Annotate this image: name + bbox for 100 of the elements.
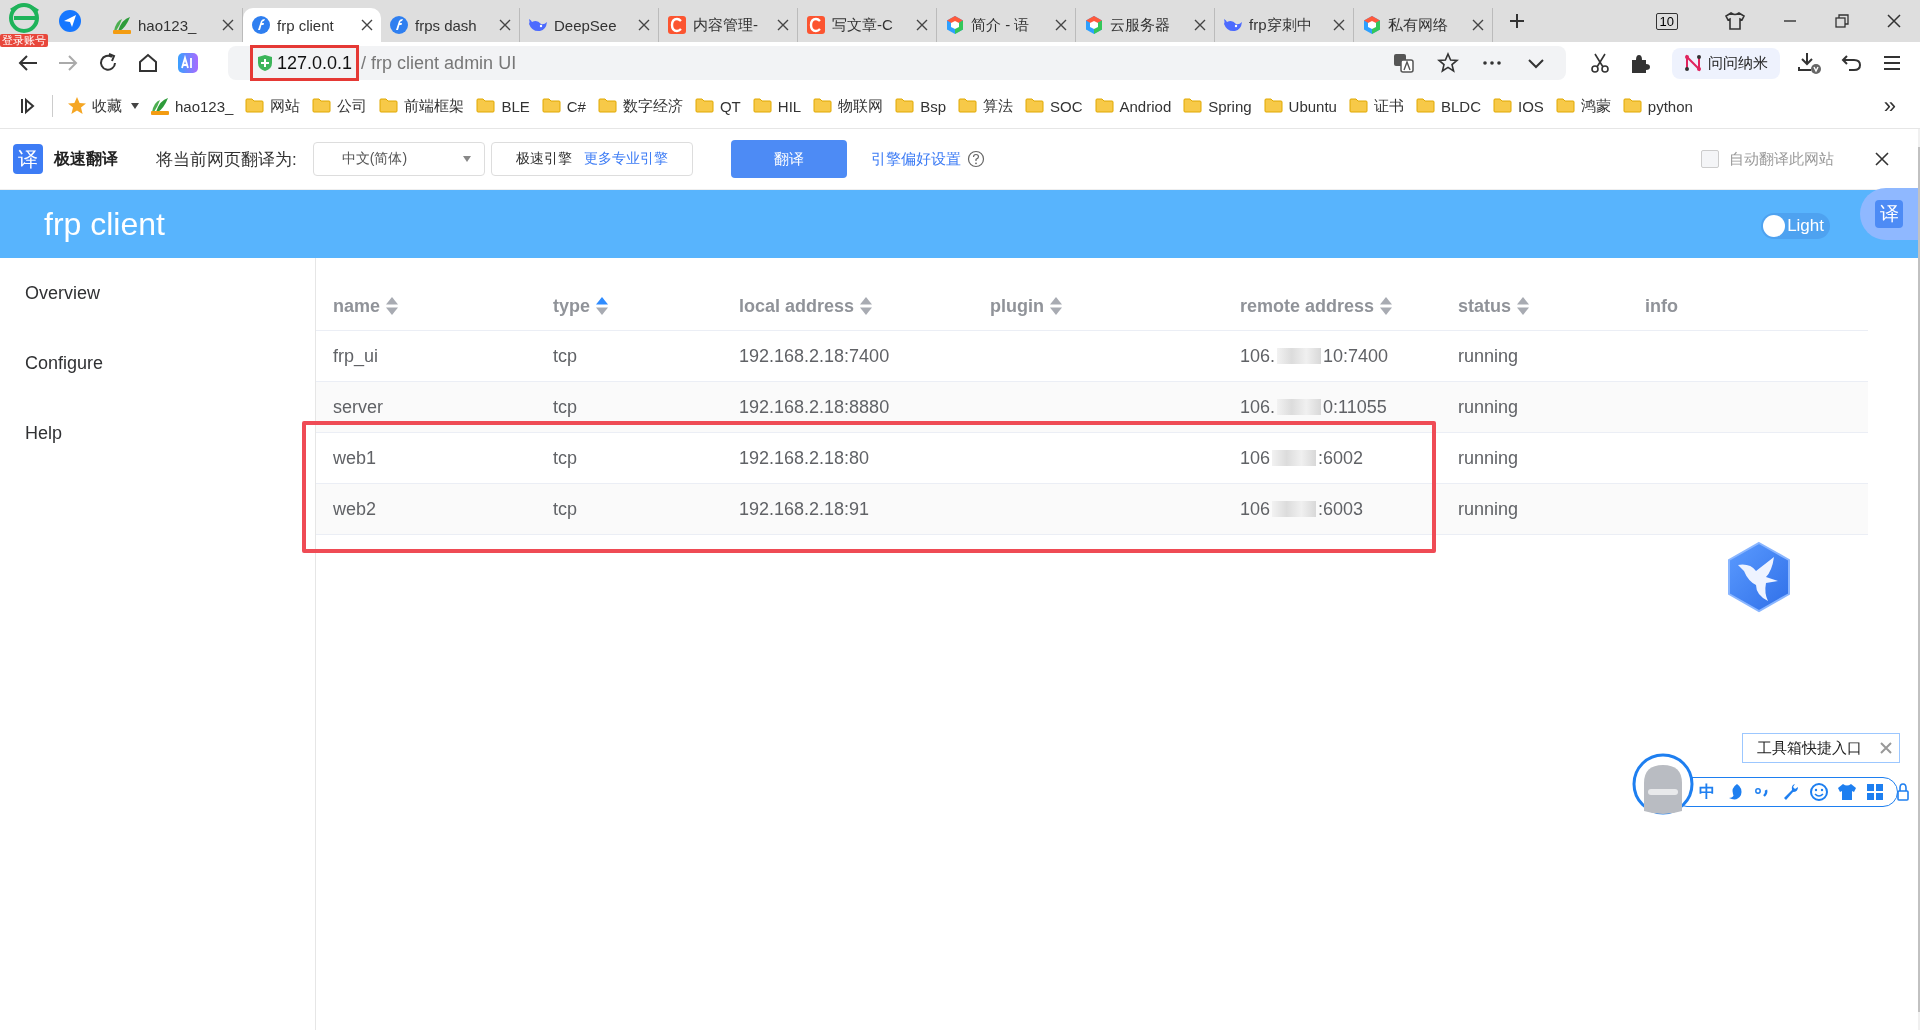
bookmark-label: 鸿蒙 <box>1580 96 1611 116</box>
folder-icon <box>379 96 400 116</box>
grid-icon[interactable] <box>1865 782 1885 802</box>
bookmark-item[interactable]: hao123_ <box>150 96 234 116</box>
folder-icon <box>895 96 916 116</box>
undo-icon[interactable] <box>1841 52 1863 74</box>
input-mode-button[interactable]: 中 <box>1699 781 1715 803</box>
bookmark-label: 网站 <box>270 96 301 116</box>
new-tab-icon[interactable] <box>1509 13 1525 29</box>
folder-icon <box>245 96 266 116</box>
bookmark-item[interactable]: 算法 <box>958 96 1013 116</box>
close-icon[interactable] <box>638 19 650 31</box>
folder-icon <box>541 96 562 116</box>
folder-icon <box>1555 96 1576 116</box>
bookmark-label: Bsp <box>920 97 946 115</box>
bookmark-item[interactable]: 鸿蒙 <box>1555 96 1611 116</box>
table-cell-text: 192.168.2.18:7400 <box>739 345 891 367</box>
address-bar[interactable]: 127.0.0.1 / frp client admin UI <box>228 46 1566 80</box>
restore-icon[interactable] <box>1834 13 1850 29</box>
close-icon[interactable] <box>499 19 511 31</box>
close-icon[interactable] <box>1194 19 1206 31</box>
close-icon[interactable] <box>1472 19 1484 31</box>
bookmark-item[interactable]: 物联网 <box>813 96 884 116</box>
bookmark-item[interactable]: 收藏 <box>67 96 122 116</box>
login-badge[interactable]: 登录账号 <box>0 34 48 47</box>
bookmark-label: Spring <box>1208 97 1252 115</box>
auto-translate-checkbox[interactable] <box>1701 150 1719 168</box>
table-cell-text: web2 <box>333 498 378 520</box>
scissors-icon[interactable] <box>1589 52 1611 74</box>
bookmark-item[interactable]: Andriod <box>1094 96 1172 116</box>
bookmark-item[interactable]: C# <box>541 96 586 116</box>
reload-icon[interactable] <box>97 52 119 74</box>
nano-logo-icon <box>1684 54 1702 72</box>
table-cell: 106 <box>1240 498 1271 520</box>
close-icon[interactable] <box>1333 19 1345 31</box>
close-icon[interactable] <box>222 19 234 31</box>
bookmark-item[interactable]: IOS <box>1492 96 1544 116</box>
translate-title: 极速翻译 <box>54 148 118 169</box>
sidebar-toggle-icon[interactable] <box>20 97 36 115</box>
bookmark-item[interactable]: BLE <box>476 96 530 116</box>
help-icon[interactable] <box>966 150 985 168</box>
tooltip-text: 工具箱快捷入口 <box>1757 738 1862 758</box>
bookmark-item[interactable]: BLDC <box>1415 96 1481 116</box>
mascot-avatar-icon[interactable] <box>1632 753 1694 815</box>
ai-assistant-icon[interactable] <box>177 52 199 74</box>
folder-icon <box>694 96 715 116</box>
bookmark-item[interactable]: HIL <box>752 96 802 116</box>
bookmark-item[interactable]: 前端框架 <box>379 96 465 116</box>
sidebar-item[interactable]: Overview <box>0 258 315 328</box>
close-icon[interactable] <box>777 19 789 31</box>
smiley-icon[interactable] <box>1809 782 1829 802</box>
bookmark-item[interactable]: Spring <box>1183 96 1252 116</box>
bookmark-label: 证书 <box>1373 96 1404 116</box>
bookmark-item[interactable]: QT <box>694 96 741 116</box>
bookmark-item[interactable]: 公司 <box>312 96 368 116</box>
dropdown-caret-icon[interactable] <box>130 102 140 110</box>
translate-icon[interactable] <box>1393 52 1415 74</box>
table-cell-text: 192.168.2.18:80 <box>739 447 871 469</box>
browser-tab[interactable]: frp client <box>243 8 381 42</box>
folder-icon <box>1492 96 1513 116</box>
tab-title: frps dash <box>415 16 478 34</box>
more-engines-link[interactable]: 更多专业引擎 <box>583 150 668 168</box>
pinned-tab-icon[interactable] <box>58 9 82 33</box>
app-title: frp client <box>44 205 165 243</box>
bookmark-item[interactable]: SOC <box>1025 96 1083 116</box>
tab-title: 云服务器 <box>1110 15 1171 35</box>
close-icon[interactable] <box>1055 19 1067 31</box>
folder-icon <box>1415 96 1436 116</box>
bookmark-item[interactable]: Bsp <box>895 96 946 116</box>
home-icon[interactable] <box>137 52 159 74</box>
leaf-icon <box>112 15 132 35</box>
bookmark-item[interactable]: 证书 <box>1348 96 1404 116</box>
redacted-mask <box>1272 501 1317 517</box>
table-cell-text: running <box>1458 396 1520 418</box>
close-icon[interactable] <box>916 19 928 31</box>
hummingbird-logo-icon[interactable] <box>1726 541 1792 613</box>
download-icon[interactable] <box>1797 51 1823 75</box>
table-cell-text: tcp <box>553 396 578 418</box>
shirt-icon[interactable] <box>1724 11 1746 31</box>
tab-count-button[interactable]: 10 <box>1655 12 1678 30</box>
bookmark-label: BLE <box>501 97 530 115</box>
more-bookmarks-button[interactable]: » <box>1883 93 1896 119</box>
bookmark-item[interactable]: 网站 <box>245 96 301 116</box>
close-icon[interactable] <box>1886 13 1902 29</box>
leaf-icon <box>150 96 170 116</box>
table-cell-text: web1 <box>333 447 378 469</box>
bookmark-label: 收藏 <box>92 96 122 116</box>
close-icon[interactable] <box>361 19 373 31</box>
table-cell: 106 <box>1240 447 1271 469</box>
bookmark-item[interactable]: python <box>1622 96 1693 116</box>
engine-settings-link[interactable]: 引擎偏好设置 <box>870 149 961 169</box>
close-icon[interactable] <box>1874 151 1890 167</box>
sidebar-item[interactable]: Configure <box>0 328 315 398</box>
bookmark-item[interactable]: 数字经济 <box>597 96 683 116</box>
extensions-icon[interactable] <box>1629 52 1651 74</box>
bookmark-item[interactable]: Ubuntu <box>1263 96 1337 116</box>
sidebar-item[interactable]: Help <box>0 398 315 468</box>
star-icon[interactable] <box>1437 52 1459 74</box>
assistant-button[interactable]: 问问纳米 <box>1672 47 1780 79</box>
language-dropdown[interactable]: 中文(简体) <box>312 142 485 176</box>
